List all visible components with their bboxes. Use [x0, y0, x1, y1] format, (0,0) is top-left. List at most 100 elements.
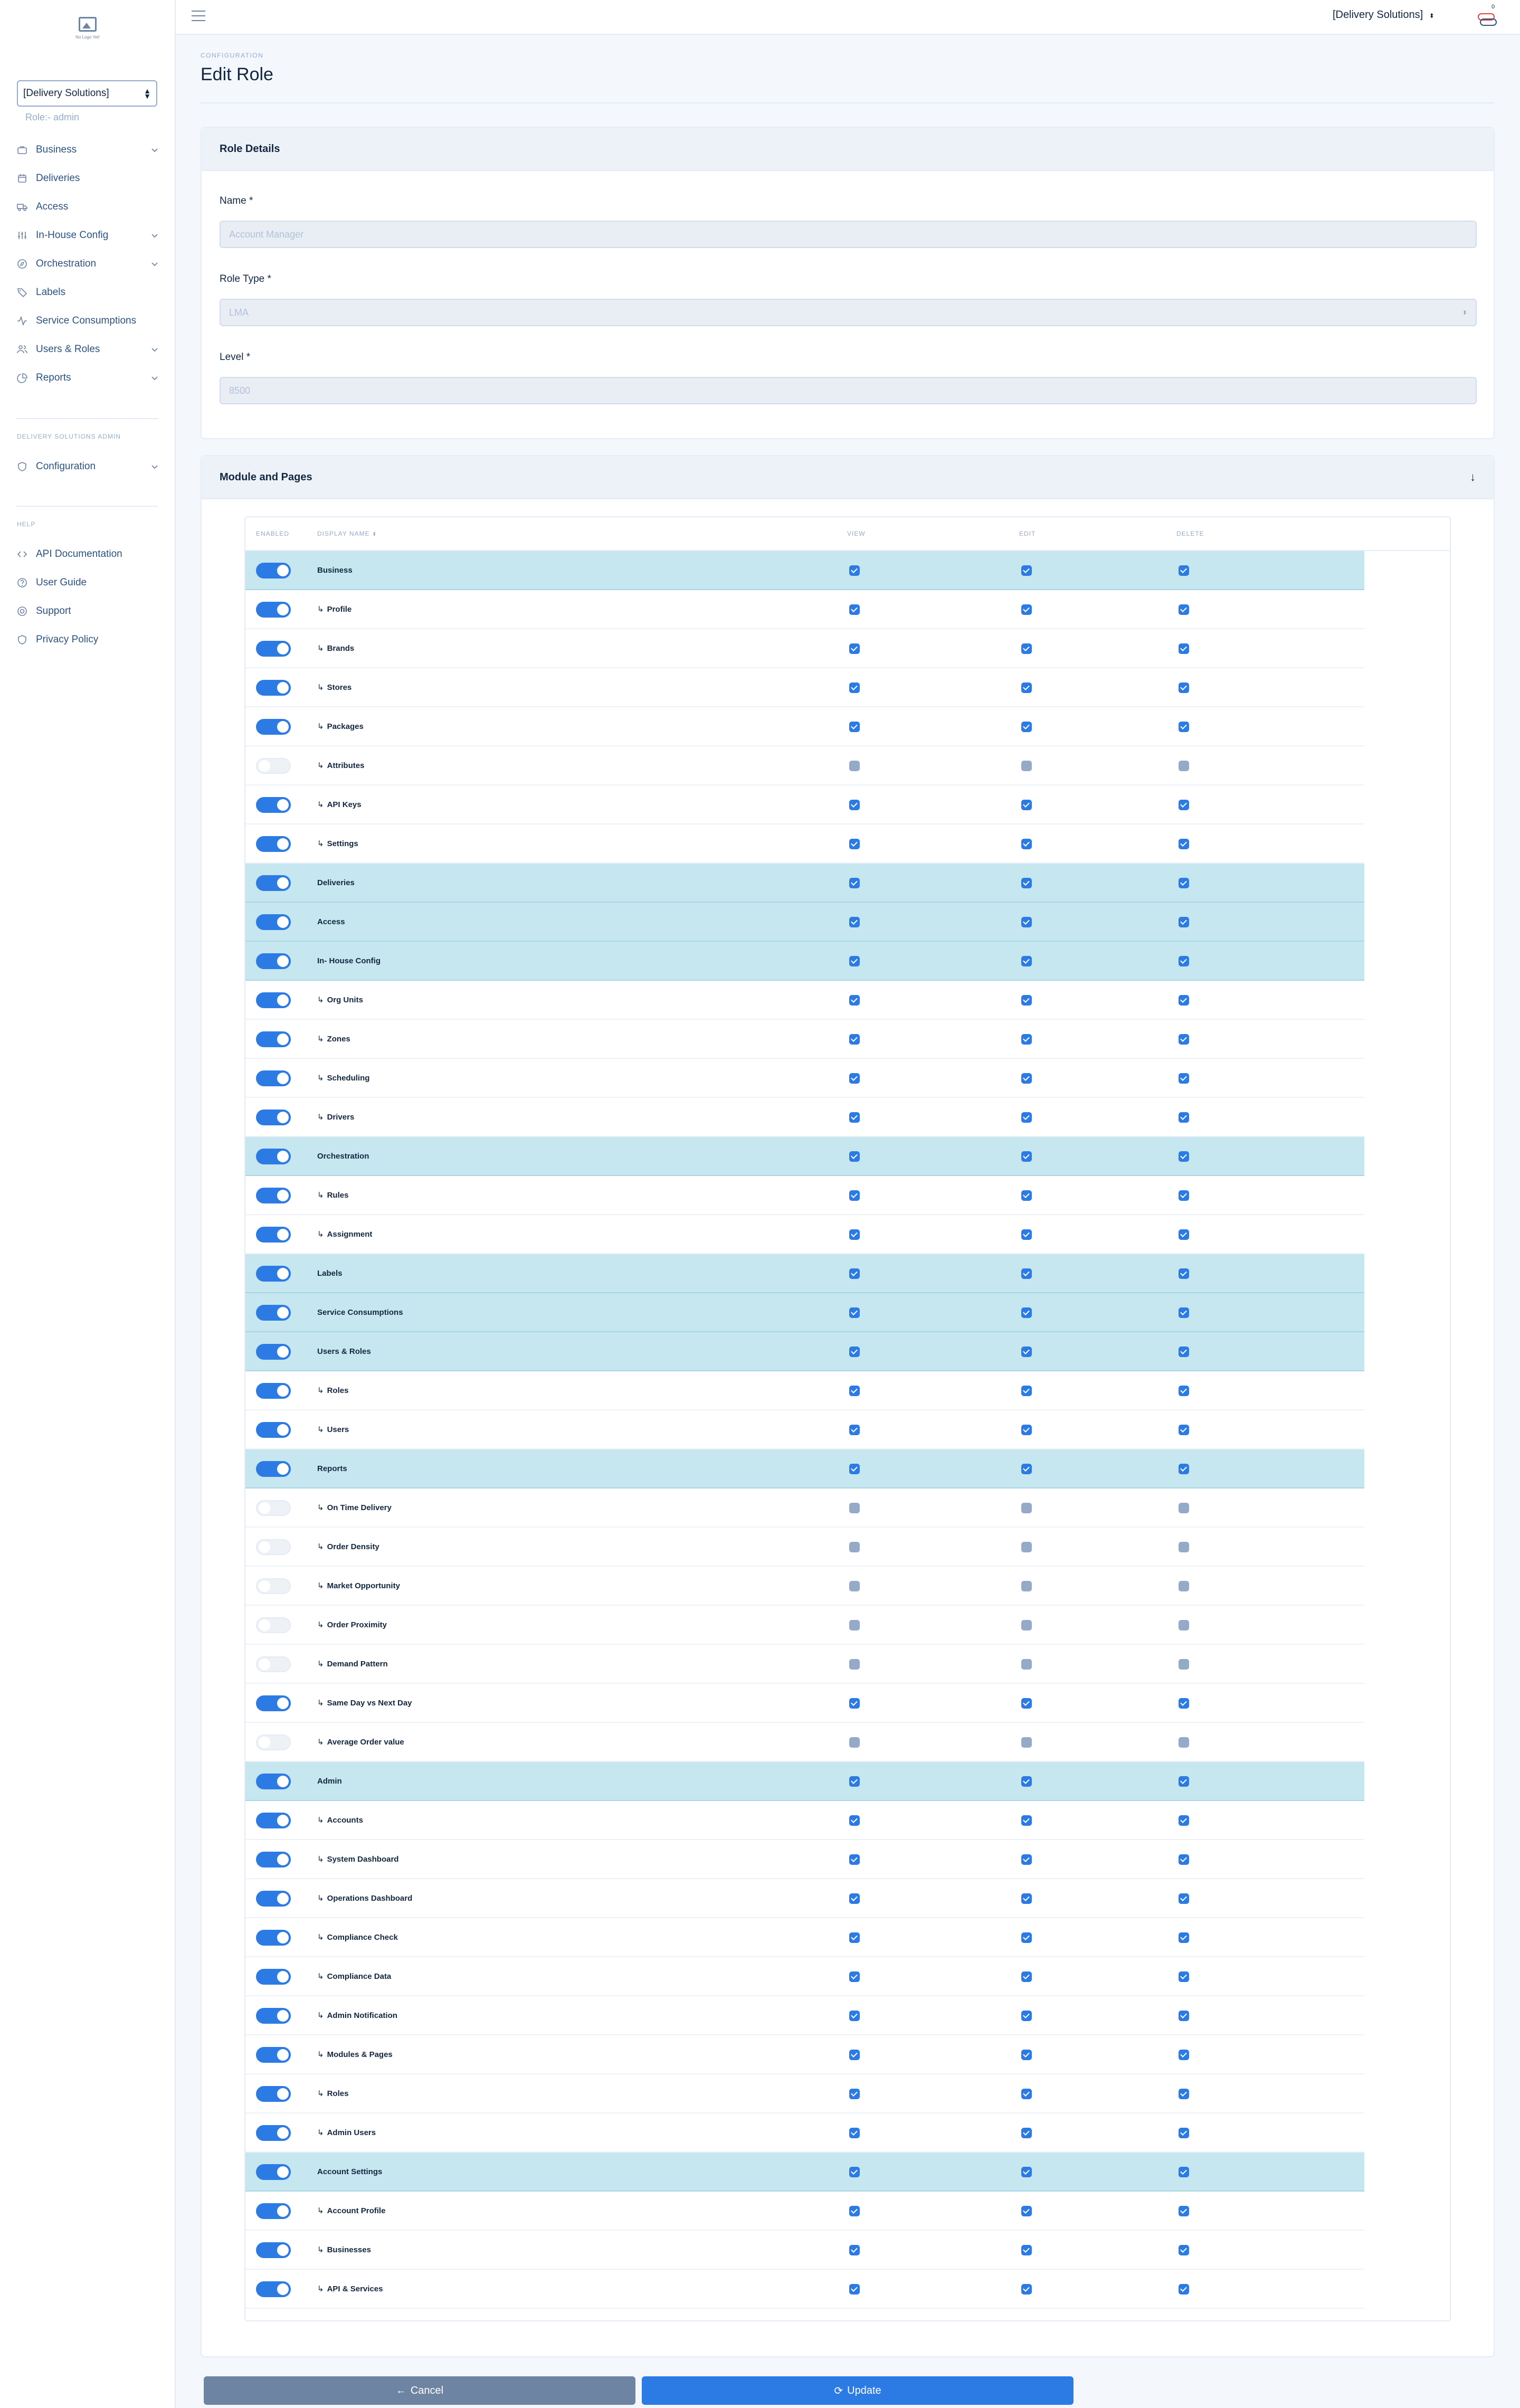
- delete-checkbox[interactable]: [1179, 1347, 1189, 1357]
- edit-checkbox[interactable]: [1021, 1659, 1032, 1670]
- sidebar-item-reports[interactable]: Reports: [16, 367, 159, 388]
- edit-checkbox[interactable]: [1021, 2206, 1032, 2216]
- view-checkbox[interactable]: [849, 1542, 860, 1552]
- view-checkbox[interactable]: [849, 1190, 860, 1201]
- edit-checkbox[interactable]: [1021, 1229, 1032, 1240]
- edit-checkbox[interactable]: [1021, 2245, 1032, 2255]
- edit-checkbox[interactable]: [1021, 2011, 1032, 2021]
- delete-checkbox[interactable]: [1179, 800, 1189, 810]
- edit-checkbox[interactable]: [1021, 1425, 1032, 1435]
- enabled-toggle[interactable]: [256, 680, 291, 696]
- edit-checkbox[interactable]: [1021, 1464, 1032, 1474]
- delete-checkbox[interactable]: [1179, 1815, 1189, 1826]
- edit-checkbox[interactable]: [1021, 761, 1032, 771]
- view-checkbox[interactable]: [849, 1776, 860, 1787]
- edit-checkbox[interactable]: [1021, 1307, 1032, 1318]
- edit-checkbox[interactable]: [1021, 1151, 1032, 1162]
- view-checkbox[interactable]: [849, 1932, 860, 1943]
- edit-checkbox[interactable]: [1021, 2089, 1032, 2099]
- delete-checkbox[interactable]: [1179, 1737, 1189, 1748]
- view-checkbox[interactable]: [849, 1386, 860, 1396]
- view-checkbox[interactable]: [849, 839, 860, 849]
- enabled-toggle[interactable]: [256, 1149, 291, 1164]
- enabled-toggle[interactable]: [256, 1617, 291, 1633]
- enabled-toggle[interactable]: [256, 1734, 291, 1750]
- view-checkbox[interactable]: [849, 2089, 860, 2099]
- edit-checkbox[interactable]: [1021, 2284, 1032, 2295]
- role-type-select[interactable]: LMA ⬍: [220, 299, 1477, 326]
- edit-checkbox[interactable]: [1021, 1815, 1032, 1826]
- enabled-toggle[interactable]: [256, 1305, 291, 1321]
- delete-checkbox[interactable]: [1179, 761, 1189, 771]
- delete-checkbox[interactable]: [1179, 878, 1189, 888]
- delete-checkbox[interactable]: [1179, 1854, 1189, 1865]
- view-checkbox[interactable]: [849, 722, 860, 732]
- col-display-name[interactable]: DISPLAY NAME ⬍: [317, 530, 377, 537]
- delete-checkbox[interactable]: [1179, 604, 1189, 615]
- delete-checkbox[interactable]: [1179, 643, 1189, 654]
- delete-checkbox[interactable]: [1179, 1893, 1189, 1904]
- edit-checkbox[interactable]: [1021, 682, 1032, 693]
- sidebar-item-configuration[interactable]: Configuration: [16, 456, 159, 477]
- sidebar-item-support[interactable]: Support: [16, 601, 159, 622]
- delete-checkbox[interactable]: [1179, 2167, 1189, 2177]
- enabled-toggle[interactable]: [256, 2125, 291, 2141]
- delete-checkbox[interactable]: [1179, 1151, 1189, 1162]
- delete-checkbox[interactable]: [1179, 1581, 1189, 1591]
- enabled-toggle[interactable]: [256, 797, 291, 813]
- enabled-toggle[interactable]: [256, 2281, 291, 2297]
- enabled-toggle[interactable]: [256, 1266, 291, 1282]
- edit-checkbox[interactable]: [1021, 643, 1032, 654]
- view-checkbox[interactable]: [849, 1581, 860, 1591]
- menu-toggle-icon[interactable]: [192, 11, 205, 22]
- enabled-toggle[interactable]: [256, 1227, 291, 1243]
- delete-checkbox[interactable]: [1179, 1776, 1189, 1787]
- enabled-toggle[interactable]: [256, 1422, 291, 1438]
- edit-checkbox[interactable]: [1021, 1971, 1032, 1982]
- enabled-toggle[interactable]: [256, 2086, 291, 2102]
- delete-checkbox[interactable]: [1179, 1073, 1189, 1084]
- view-checkbox[interactable]: [849, 878, 860, 888]
- sidebar-item-orchestration[interactable]: Orchestration: [16, 253, 159, 274]
- enabled-toggle[interactable]: [256, 1930, 291, 1946]
- view-checkbox[interactable]: [849, 2167, 860, 2177]
- enabled-toggle[interactable]: [256, 953, 291, 969]
- sidebar-item-users-roles[interactable]: Users & Roles: [16, 339, 159, 360]
- delete-checkbox[interactable]: [1179, 1229, 1189, 1240]
- enabled-toggle[interactable]: [256, 914, 291, 930]
- enabled-toggle[interactable]: [256, 1188, 291, 1203]
- delete-checkbox[interactable]: [1179, 2011, 1189, 2021]
- enabled-toggle[interactable]: [256, 875, 291, 891]
- delete-checkbox[interactable]: [1179, 722, 1189, 732]
- view-checkbox[interactable]: [849, 1425, 860, 1435]
- enabled-toggle[interactable]: [256, 836, 291, 852]
- view-checkbox[interactable]: [849, 1620, 860, 1630]
- view-checkbox[interactable]: [849, 1698, 860, 1709]
- delete-checkbox[interactable]: [1179, 1503, 1189, 1513]
- edit-checkbox[interactable]: [1021, 2167, 1032, 2177]
- cancel-button[interactable]: ← Cancel: [204, 2376, 635, 2405]
- enabled-toggle[interactable]: [256, 641, 291, 657]
- enabled-toggle[interactable]: [256, 1344, 291, 1360]
- edit-checkbox[interactable]: [1021, 1932, 1032, 1943]
- view-checkbox[interactable]: [849, 1464, 860, 1474]
- delete-checkbox[interactable]: [1179, 2050, 1189, 2060]
- edit-checkbox[interactable]: [1021, 1698, 1032, 1709]
- enabled-toggle[interactable]: [256, 602, 291, 618]
- delete-checkbox[interactable]: [1179, 565, 1189, 576]
- enabled-toggle[interactable]: [256, 1539, 291, 1555]
- edit-checkbox[interactable]: [1021, 878, 1032, 888]
- view-checkbox[interactable]: [849, 682, 860, 693]
- enabled-toggle[interactable]: [256, 2203, 291, 2219]
- enabled-toggle[interactable]: [256, 719, 291, 735]
- sidebar-item-user-guide[interactable]: User Guide: [16, 572, 159, 593]
- edit-checkbox[interactable]: [1021, 1268, 1032, 1279]
- edit-checkbox[interactable]: [1021, 1776, 1032, 1787]
- delete-checkbox[interactable]: [1179, 1386, 1189, 1396]
- delete-checkbox[interactable]: [1179, 682, 1189, 693]
- delete-checkbox[interactable]: [1179, 1659, 1189, 1670]
- delete-checkbox[interactable]: [1179, 839, 1189, 849]
- view-checkbox[interactable]: [849, 1854, 860, 1865]
- sidebar-item-deliveries[interactable]: Deliveries: [16, 168, 159, 189]
- enabled-toggle[interactable]: [256, 1852, 291, 1867]
